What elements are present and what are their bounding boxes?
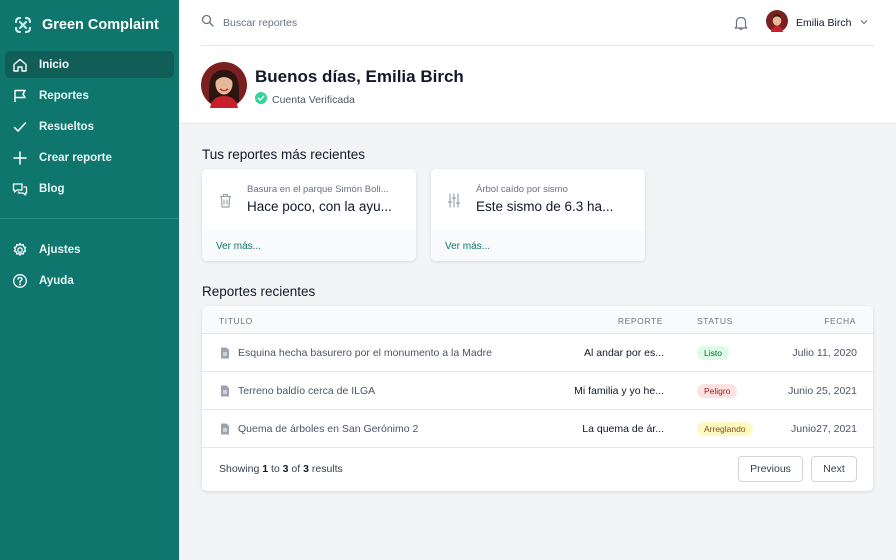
sidebar-secondary-nav: Ajustes Ayuda [5, 236, 174, 298]
row-report: Mi familia y yo he... [574, 385, 664, 397]
sliders-icon [446, 191, 462, 209]
sidebar-item-ajustes[interactable]: Ajustes [5, 236, 174, 263]
page-title: Buenos días, Emilia Birch [255, 67, 464, 86]
gear-icon [12, 242, 28, 258]
logo-icon [12, 14, 34, 36]
report-card-text: Este sismo de 6.3 ha... [476, 199, 614, 214]
report-card[interactable]: Árbol caído por sismo Este sismo de 6.3 … [431, 169, 645, 261]
sidebar-item-label: Reportes [39, 89, 89, 102]
recent-reports-title: Tus reportes más recientes [202, 147, 366, 162]
column-header-date: FECHA [824, 316, 856, 326]
status-badge: Listo [697, 346, 729, 360]
sidebar-item-resueltos[interactable]: Resueltos [5, 113, 174, 140]
sidebar-item-label: Crear reporte [39, 151, 112, 164]
status-badge: Peligro [697, 384, 738, 398]
row-title: Quema de árboles en San Gerónimo 2 [238, 423, 419, 435]
document-icon [220, 423, 230, 435]
previous-button[interactable]: Previous [738, 456, 803, 482]
row-date: Junio 25, 2021 [788, 385, 857, 397]
search-input[interactable] [223, 17, 423, 29]
table-row[interactable]: Quema de árboles en San Gerónimo 2 La qu… [202, 410, 873, 448]
next-button[interactable]: Next [811, 456, 857, 482]
trash-icon [217, 191, 233, 209]
sidebar-item-label: Ajustes [39, 243, 81, 256]
sidebar: Green Complaint Inicio Reportes Resuelto… [0, 0, 179, 560]
column-header-status: STATUS [697, 316, 733, 326]
sidebar-item-reportes[interactable]: Reportes [5, 82, 174, 109]
flag-icon [12, 88, 28, 104]
report-card-text: Hace poco, con la ayu... [247, 199, 392, 214]
reports-table: TITULO REPORTE STATUS FECHA Esquina hech… [202, 306, 873, 491]
sidebar-item-ayuda[interactable]: Ayuda [5, 267, 174, 294]
see-more-link[interactable]: Ver más... [216, 241, 261, 252]
bell-icon[interactable] [733, 14, 749, 32]
report-card[interactable]: Basura en el parque Simón Boli... Hace p… [202, 169, 416, 261]
brand[interactable]: Green Complaint [12, 12, 159, 38]
report-card-title: Árbol caído por sismo [476, 184, 568, 195]
row-report: La quema de ár... [582, 423, 664, 435]
user-menu[interactable]: Emilia Birch [766, 9, 869, 37]
top-bar: Emilia Birch [179, 0, 896, 46]
results-summary: Showing 1 to 3 of 3 results [219, 463, 343, 475]
column-header-title: TITULO [219, 316, 253, 326]
row-title: Terreno baldío cerca de ILGA [238, 385, 376, 397]
verified-label: Cuenta Verificada [272, 93, 355, 106]
sidebar-item-label: Blog [39, 182, 65, 195]
status-badge: Arreglando [697, 422, 753, 436]
verified-status: Cuenta Verificada [255, 92, 355, 107]
help-icon [12, 273, 28, 289]
column-header-report: REPORTE [617, 316, 663, 326]
table-header: TITULO REPORTE STATUS FECHA [202, 306, 873, 334]
sidebar-divider [0, 218, 179, 219]
row-date: Julio 11, 2020 [792, 347, 857, 359]
brand-name: Green Complaint [42, 17, 159, 33]
see-more-link[interactable]: Ver más... [445, 241, 490, 252]
sidebar-item-label: Resueltos [39, 120, 94, 133]
row-date: Junio27, 2021 [791, 423, 857, 435]
document-icon [220, 347, 230, 359]
chat-icon [12, 181, 28, 197]
user-name: Emilia Birch [796, 17, 852, 29]
plus-icon [12, 150, 28, 166]
sidebar-nav: Inicio Reportes Resueltos Crear reporte … [5, 51, 174, 206]
table-row[interactable]: Esquina hecha basurero por el monumento … [202, 334, 873, 372]
home-icon [12, 57, 28, 73]
check-circle-icon [255, 92, 267, 107]
sidebar-item-blog[interactable]: Blog [5, 175, 174, 202]
row-title: Esquina hecha basurero por el monumento … [238, 347, 492, 359]
sidebar-item-label: Inicio [39, 58, 70, 71]
avatar [766, 9, 788, 37]
row-report: Al andar por es... [584, 347, 664, 359]
check-icon [12, 119, 28, 135]
table-row[interactable]: Terreno baldío cerca de ILGA Mi familia … [202, 372, 873, 410]
sidebar-item-crear-reporte[interactable]: Crear reporte [5, 144, 174, 171]
search-bar [201, 14, 423, 32]
reports-table-title: Reportes recientes [202, 284, 316, 299]
pagination: Showing 1 to 3 of 3 results Previous Nex… [202, 448, 873, 491]
document-icon [220, 385, 230, 397]
report-card-title: Basura en el parque Simón Boli... [247, 184, 389, 195]
search-icon [201, 14, 214, 32]
chevron-down-icon [859, 14, 869, 32]
sidebar-item-label: Ayuda [39, 274, 74, 287]
profile-header: Buenos días, Emilia Birch Cuenta Verific… [179, 46, 896, 124]
avatar [201, 62, 247, 108]
sidebar-item-inicio[interactable]: Inicio [5, 51, 174, 78]
